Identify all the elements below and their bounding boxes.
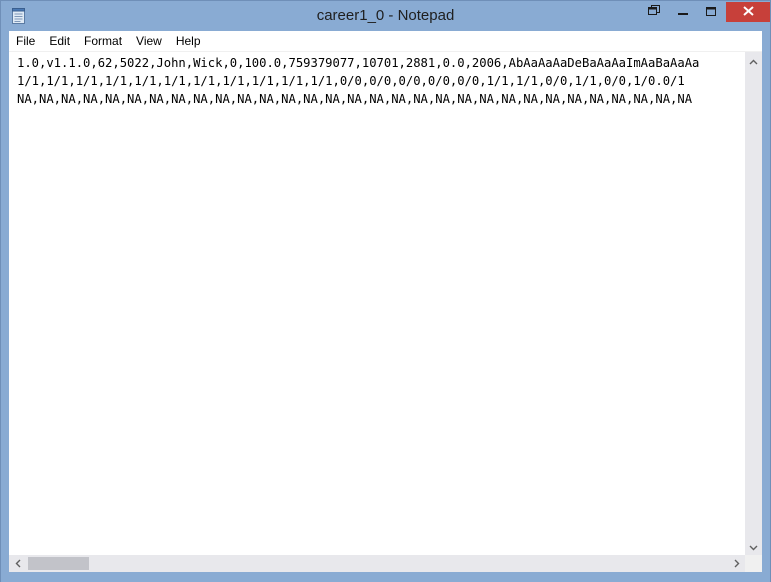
restore-down-button[interactable] bbox=[641, 2, 667, 22]
editor-line-2[interactable]: 1/1,1/1,1/1,1/1,1/1,1/1,1/1,1/1,1/1,1/1,… bbox=[17, 72, 685, 90]
minimize-button[interactable] bbox=[669, 2, 697, 22]
scroll-up-button[interactable] bbox=[745, 52, 762, 69]
editor-line-3[interactable]: NA,NA,NA,NA,NA,NA,NA,NA,NA,NA,NA,NA,NA,N… bbox=[17, 90, 692, 108]
menu-view[interactable]: View bbox=[129, 31, 169, 51]
text-editor[interactable]: 1.0,v1.1.0,62,5022,John,Wick,0,100.0,759… bbox=[9, 52, 745, 555]
title-bar[interactable]: career1_0 - Notepad bbox=[1, 1, 770, 31]
arrow-down-icon bbox=[749, 538, 758, 556]
editor-line-1[interactable]: 1.0,v1.1.0,62,5022,John,Wick,0,100.0,759… bbox=[17, 54, 699, 72]
arrow-up-icon bbox=[749, 52, 758, 70]
restore-down-icon bbox=[648, 3, 660, 21]
scroll-left-button[interactable] bbox=[9, 555, 26, 572]
horizontal-scrollbar[interactable] bbox=[9, 555, 745, 572]
window-bottom-border[interactable] bbox=[1, 572, 770, 582]
scroll-down-button[interactable] bbox=[745, 538, 762, 555]
scroll-right-button[interactable] bbox=[728, 555, 745, 572]
maximize-icon bbox=[706, 3, 716, 21]
vertical-scrollbar[interactable] bbox=[745, 52, 762, 555]
menu-bar: File Edit Format View Help bbox=[9, 31, 762, 52]
close-button[interactable] bbox=[726, 2, 770, 22]
menu-format[interactable]: Format bbox=[77, 31, 129, 51]
maximize-button[interactable] bbox=[697, 2, 725, 22]
close-icon bbox=[742, 3, 754, 21]
horizontal-scroll-thumb[interactable] bbox=[28, 557, 89, 570]
menu-file[interactable]: File bbox=[9, 31, 42, 51]
menu-edit[interactable]: Edit bbox=[42, 31, 77, 51]
arrow-left-icon bbox=[15, 555, 21, 573]
notepad-window: career1_0 - Notepad File Edit Format Vie… bbox=[0, 0, 771, 582]
arrow-right-icon bbox=[734, 555, 740, 573]
menu-help[interactable]: Help bbox=[169, 31, 208, 51]
scrollbar-corner bbox=[745, 555, 762, 572]
minimize-icon bbox=[678, 3, 688, 21]
